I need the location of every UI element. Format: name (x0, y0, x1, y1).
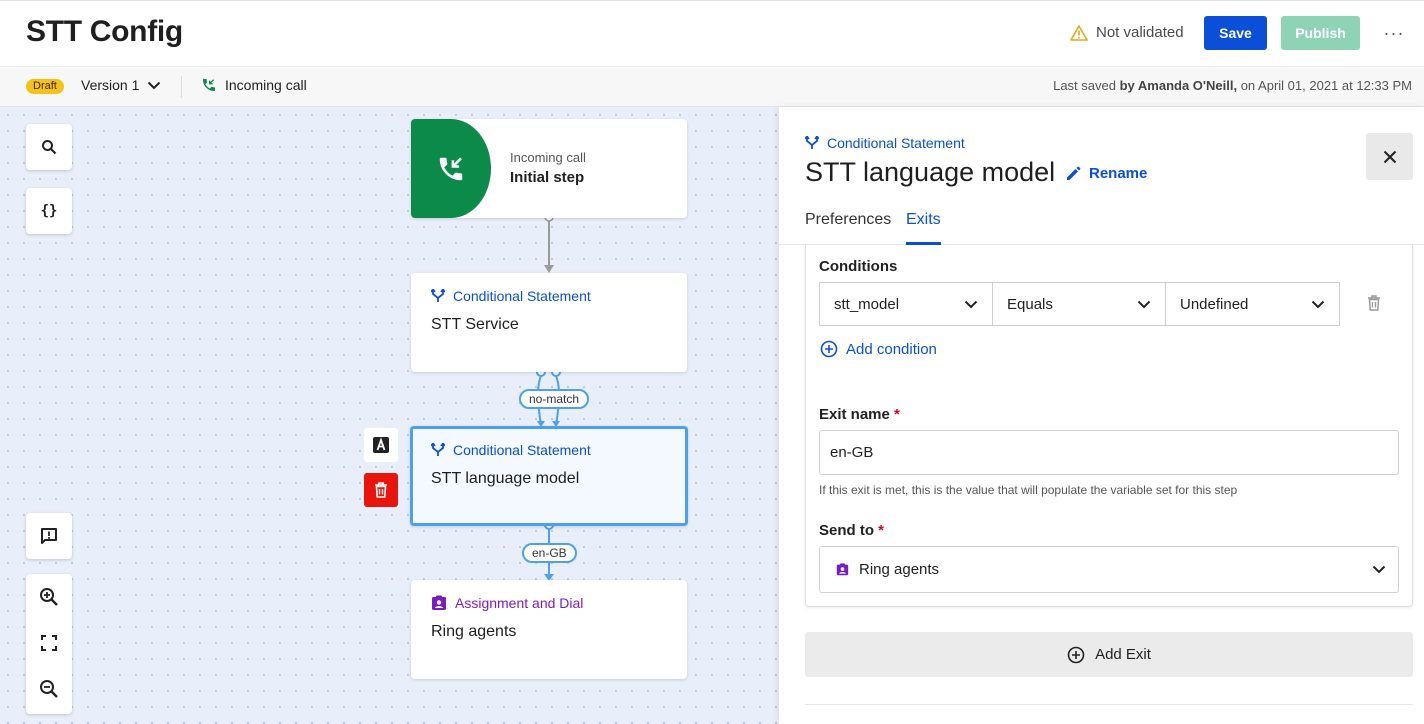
node-kind-row: Conditional Statement (431, 288, 591, 304)
incoming-call-icon (203, 79, 215, 91)
chevron-down-icon (964, 300, 978, 308)
sub-header: Draft Version 1 Incoming call Last saved… (0, 66, 1424, 107)
close-icon (1383, 150, 1396, 163)
page-title: STT Config (26, 15, 183, 48)
chevron-down-icon (1311, 300, 1325, 308)
flow-node-stt-language-model[interactable]: Conditional Statement STT language model (410, 426, 688, 526)
divider (181, 76, 182, 98)
send-to-label-text: Send to (819, 522, 874, 539)
send-to-value-row: Ring agents (836, 561, 939, 578)
send-to-label: Send to * (819, 522, 884, 539)
more-options-icon[interactable]: ··· (1380, 19, 1408, 47)
node-title: Ring agents (431, 623, 517, 640)
top-header: STT Config Not validated Save Publish ··… (0, 0, 1424, 66)
trigger-info: Incoming call (201, 77, 307, 93)
delete-node-button[interactable] (364, 473, 398, 507)
exit-name-hint: If this exit is met, this is the value t… (819, 483, 1238, 497)
edge-label-no-match[interactable]: no-match (519, 389, 590, 409)
step-config-panel: Conditional Statement STT language model… (779, 107, 1424, 724)
node-kind-row: Conditional Statement (431, 442, 591, 458)
flow-canvas[interactable]: {} Incoming call Initial step Conditiona… (0, 107, 779, 724)
conditions-label: Conditions (819, 258, 898, 275)
tab-exits[interactable]: Exits (906, 211, 941, 245)
pencil-icon (1067, 166, 1081, 180)
last-saved-author: by Amanda O'Neill, (1119, 78, 1238, 93)
status-badge: Draft (26, 79, 64, 94)
condition-operator-value: Equals (1007, 295, 1053, 313)
incoming-call-icon (439, 156, 463, 180)
exit-name-input[interactable]: en-GB (819, 430, 1399, 475)
annotate-button[interactable] (364, 428, 398, 462)
node-title: Initial step (510, 169, 585, 186)
text-annotation-icon (373, 437, 389, 453)
node-kind: Conditional Statement (453, 442, 591, 458)
condition-value-select[interactable]: Undefined (1165, 282, 1340, 326)
rename-label: Rename (1089, 165, 1148, 182)
start-node-badge (411, 119, 491, 218)
edge-label-en-gb[interactable]: en-GB (522, 543, 577, 563)
add-exit-label: Add Exit (1095, 646, 1151, 663)
chevron-down-icon (1137, 300, 1151, 308)
assignment-icon (432, 595, 446, 610)
trash-icon (1368, 295, 1380, 311)
tab-preferences[interactable]: Preferences (805, 211, 891, 245)
exit-name-label-text: Exit name (819, 406, 890, 423)
add-circle-icon (820, 340, 838, 358)
node-kind: Incoming call (510, 150, 586, 165)
node-title: STT language model (431, 470, 580, 487)
condition-variable-value: stt_model (834, 295, 900, 313)
send-to-value: Ring agents (859, 561, 940, 578)
add-condition-label: Add condition (846, 340, 937, 358)
trash-icon (375, 482, 387, 498)
required-mark: * (894, 406, 900, 423)
close-panel-button[interactable] (1366, 133, 1413, 180)
version-label: Version 1 (81, 77, 140, 93)
flow-node-stt-service[interactable]: Conditional Statement STT Service (411, 273, 687, 372)
flow-node-initial[interactable]: Incoming call Initial step (411, 119, 687, 218)
node-kind: Assignment and Dial (455, 595, 584, 611)
save-button[interactable]: Save (1204, 16, 1267, 50)
add-exit-button[interactable]: Add Exit (805, 632, 1413, 677)
chevron-down-icon (1372, 565, 1386, 574)
divider (805, 704, 1413, 705)
last-saved-date: on April 01, 2021 at 12:33 PM (1240, 78, 1412, 93)
assignment-icon (836, 563, 849, 576)
panel-tabs: Preferences Exits (779, 211, 1424, 245)
condition-variable-select[interactable]: stt_model (819, 282, 993, 326)
condition-value-value: Undefined (1180, 295, 1249, 313)
fork-icon (431, 289, 445, 302)
panel-kind-row: Conditional Statement (805, 135, 965, 151)
fork-icon (805, 136, 819, 149)
warning-icon (1070, 24, 1088, 41)
rename-button[interactable]: Rename (1065, 165, 1147, 182)
validation-status: Not validated (1070, 24, 1184, 41)
trigger-label: Incoming call (225, 77, 307, 93)
panel-title: STT language model (805, 157, 1056, 187)
add-circle-icon (1067, 646, 1085, 663)
version-selector[interactable]: Version 1 (81, 77, 161, 93)
publish-button[interactable]: Publish (1281, 16, 1360, 50)
fork-icon (431, 443, 445, 456)
last-saved-info: Last saved by Amanda O'Neill, on April 0… (1053, 78, 1412, 93)
validation-text: Not validated (1096, 24, 1184, 41)
node-title: STT Service (431, 316, 519, 333)
chevron-down-icon (148, 81, 161, 89)
flow-node-ring-agents[interactable]: Assignment and Dial Ring agents (411, 580, 687, 679)
node-kind: Conditional Statement (453, 288, 591, 304)
delete-condition-button[interactable] (1367, 295, 1381, 316)
last-saved-prefix: Last saved (1053, 78, 1116, 93)
node-kind-row: Assignment and Dial (431, 595, 583, 611)
panel-kind: Conditional Statement (827, 135, 965, 151)
required-mark: * (878, 522, 885, 539)
condition-operator-select[interactable]: Equals (992, 282, 1166, 326)
exit-name-label: Exit name * (819, 406, 900, 423)
add-condition-button[interactable]: Add condition (820, 340, 937, 358)
send-to-select[interactable]: Ring agents (819, 546, 1399, 593)
